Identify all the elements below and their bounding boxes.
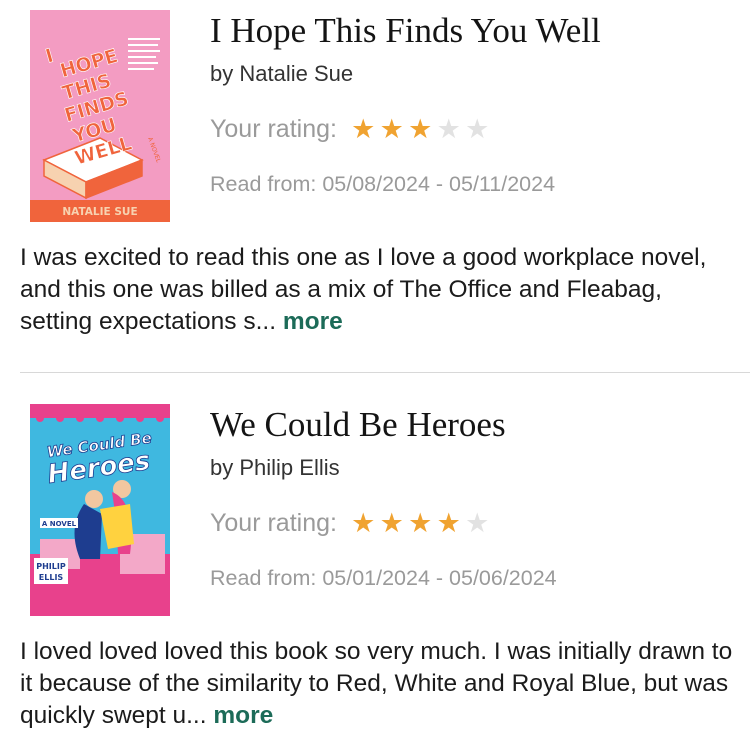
book-cover-image: I HOPE THIS FINDS YOU WELL A NOVEL NATAL…	[30, 10, 170, 222]
review-body: I was excited to read this one as I love…	[20, 244, 707, 335]
rating-row: Your rating: ★ ★ ★ ★ ★	[210, 113, 491, 145]
cover-author: NATALIE SUE	[62, 206, 137, 218]
review-body: I loved loved loved this book so very mu…	[20, 638, 733, 729]
review-entry: I HOPE THIS FINDS YOU WELL A NOVEL NATAL…	[0, 0, 750, 370]
book-author[interactable]: by Philip Ellis	[210, 454, 340, 482]
star-empty-icon[interactable]: ★	[463, 114, 492, 144]
cover-subtitle: A NOVEL	[42, 520, 77, 528]
star-filled-icon[interactable]: ★	[349, 508, 378, 538]
rating-label: Your rating:	[210, 115, 337, 143]
star-filled-icon[interactable]: ★	[349, 114, 378, 144]
read-dates: Read from: 05/08/2024 - 05/11/2024	[210, 172, 556, 196]
star-rating[interactable]: ★ ★ ★ ★ ★	[349, 508, 492, 538]
star-filled-icon[interactable]: ★	[377, 508, 406, 538]
star-rating[interactable]: ★ ★ ★ ★ ★	[349, 114, 492, 144]
star-filled-icon[interactable]: ★	[377, 114, 406, 144]
star-filled-icon[interactable]: ★	[434, 508, 463, 538]
more-link[interactable]: more	[213, 702, 273, 729]
book-title[interactable]: We Could Be Heroes	[210, 405, 506, 445]
book-cover[interactable]: I HOPE THIS FINDS YOU WELL A NOVEL NATAL…	[30, 10, 170, 222]
rating-label: Your rating:	[210, 509, 337, 537]
book-author[interactable]: by Natalie Sue	[210, 60, 353, 88]
star-filled-icon[interactable]: ★	[406, 508, 435, 538]
more-link[interactable]: more	[283, 308, 343, 335]
book-cover[interactable]: We Could Be Heroes A NOVEL PHILIP ELLIS	[30, 404, 170, 616]
cover-author: ELLIS	[39, 573, 64, 582]
book-title[interactable]: I Hope This Finds You Well	[210, 11, 601, 51]
review-entry: We Could Be Heroes A NOVEL PHILIP ELLIS …	[0, 373, 750, 755]
review-text: I was excited to read this one as I love…	[20, 242, 740, 338]
star-filled-icon[interactable]: ★	[406, 114, 435, 144]
review-text: I loved loved loved this book so very mu…	[20, 636, 740, 732]
rating-row: Your rating: ★ ★ ★ ★ ★	[210, 507, 491, 539]
star-empty-icon[interactable]: ★	[463, 508, 492, 538]
cover-author: PHILIP	[36, 562, 66, 571]
star-empty-icon[interactable]: ★	[434, 114, 463, 144]
book-cover-image: We Could Be Heroes A NOVEL PHILIP ELLIS	[30, 404, 170, 616]
read-dates: Read from: 05/01/2024 - 05/06/2024	[210, 566, 557, 590]
